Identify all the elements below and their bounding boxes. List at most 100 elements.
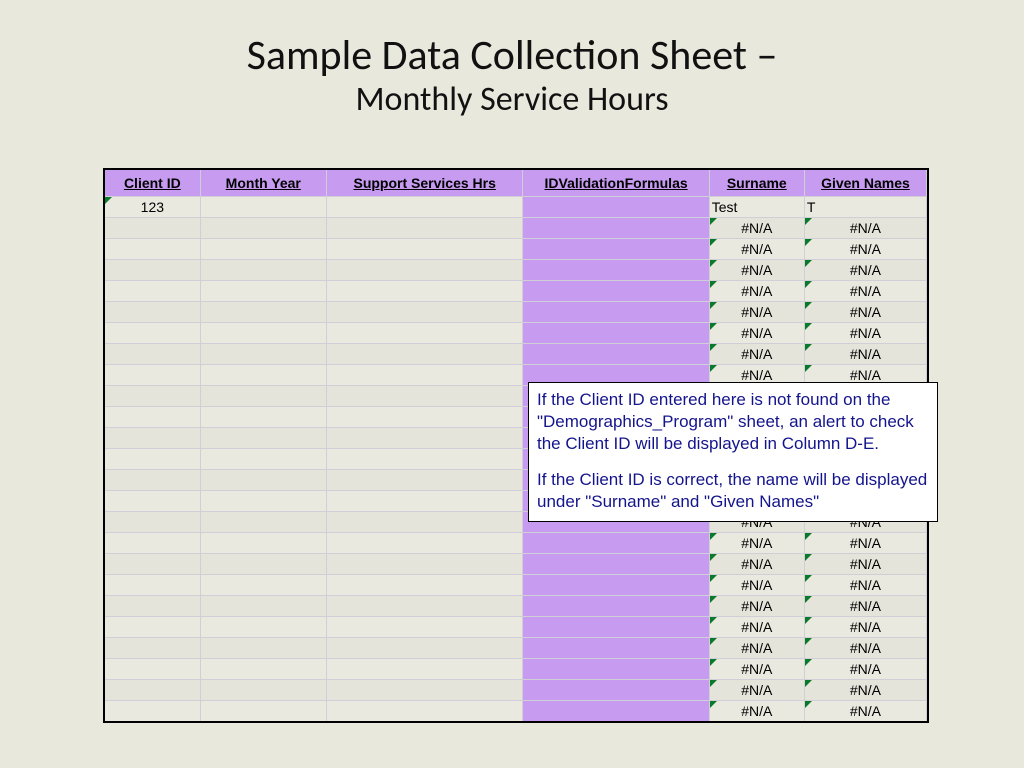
cell-month-year[interactable] [200,533,326,554]
cell-support-hrs[interactable] [326,239,523,260]
cell-support-hrs[interactable] [326,575,523,596]
cell-support-hrs[interactable] [326,554,523,575]
cell-given-names: #N/A [804,638,926,659]
cell-support-hrs[interactable] [326,533,523,554]
cell-support-hrs[interactable] [326,323,523,344]
cell-support-hrs[interactable] [326,449,523,470]
cell-client-id[interactable] [105,617,200,638]
cell-validation [523,218,709,239]
cell-month-year[interactable] [200,407,326,428]
cell-client-id[interactable] [105,218,200,239]
cell-client-id[interactable] [105,281,200,302]
cell-client-id[interactable] [105,386,200,407]
cell-validation [523,239,709,260]
cell-client-id[interactable] [105,344,200,365]
cell-client-id[interactable] [105,323,200,344]
cell-month-year[interactable] [200,680,326,701]
cell-month-year[interactable] [200,449,326,470]
cell-client-id[interactable] [105,365,200,386]
cell-surname: #N/A [709,281,804,302]
cell-client-id[interactable] [105,554,200,575]
cell-client-id[interactable] [105,239,200,260]
cell-surname: #N/A [709,218,804,239]
cell-support-hrs[interactable] [326,701,523,722]
cell-validation [523,260,709,281]
cell-month-year[interactable] [200,512,326,533]
cell-surname: Test [709,197,804,218]
cell-month-year[interactable] [200,701,326,722]
cell-given-names: #N/A [804,596,926,617]
cell-given-names: #N/A [804,218,926,239]
cell-client-id[interactable] [105,701,200,722]
title-line-1: Sample Data Collection Sheet – [0,30,1024,81]
cell-support-hrs[interactable] [326,260,523,281]
table-row: #N/A#N/A [105,638,927,659]
cell-support-hrs[interactable] [326,365,523,386]
cell-surname: #N/A [709,596,804,617]
cell-month-year[interactable] [200,386,326,407]
cell-month-year[interactable] [200,239,326,260]
cell-month-year[interactable] [200,323,326,344]
cell-client-id[interactable] [105,470,200,491]
cell-client-id[interactable] [105,260,200,281]
cell-support-hrs[interactable] [326,407,523,428]
cell-given-names: #N/A [804,260,926,281]
cell-client-id[interactable] [105,596,200,617]
cell-surname: #N/A [709,659,804,680]
cell-month-year[interactable] [200,491,326,512]
cell-given-names: #N/A [804,302,926,323]
cell-month-year[interactable] [200,218,326,239]
cell-support-hrs[interactable] [326,344,523,365]
cell-month-year[interactable] [200,470,326,491]
cell-client-id[interactable] [105,533,200,554]
cell-month-year[interactable] [200,365,326,386]
cell-support-hrs[interactable] [326,281,523,302]
cell-month-year[interactable] [200,260,326,281]
cell-month-year[interactable] [200,596,326,617]
cell-month-year[interactable] [200,344,326,365]
cell-validation [523,281,709,302]
cell-client-id[interactable] [105,428,200,449]
cell-month-year[interactable] [200,638,326,659]
cell-support-hrs[interactable] [326,470,523,491]
cell-surname: #N/A [709,701,804,722]
cell-client-id[interactable] [105,575,200,596]
cell-client-id[interactable] [105,638,200,659]
explanatory-callout: If the Client ID entered here is not fou… [528,382,938,522]
cell-month-year[interactable] [200,197,326,218]
cell-support-hrs[interactable] [326,680,523,701]
cell-validation [523,575,709,596]
cell-support-hrs[interactable] [326,659,523,680]
table-row: #N/A#N/A [105,575,927,596]
cell-client-id[interactable] [105,407,200,428]
cell-month-year[interactable] [200,281,326,302]
cell-support-hrs[interactable] [326,617,523,638]
cell-month-year[interactable] [200,302,326,323]
cell-support-hrs[interactable] [326,428,523,449]
cell-month-year[interactable] [200,617,326,638]
cell-client-id[interactable] [105,449,200,470]
cell-client-id[interactable] [105,659,200,680]
cell-support-hrs[interactable] [326,638,523,659]
cell-month-year[interactable] [200,428,326,449]
cell-given-names: #N/A [804,239,926,260]
cell-client-id[interactable] [105,491,200,512]
cell-month-year[interactable] [200,575,326,596]
cell-given-names: #N/A [804,617,926,638]
cell-client-id[interactable] [105,680,200,701]
cell-client-id[interactable] [105,512,200,533]
cell-month-year[interactable] [200,659,326,680]
cell-client-id[interactable] [105,302,200,323]
cell-client-id[interactable]: 123 [105,197,200,218]
table-row: #N/A#N/A [105,323,927,344]
cell-support-hrs[interactable] [326,512,523,533]
cell-support-hrs[interactable] [326,218,523,239]
cell-support-hrs[interactable] [326,386,523,407]
cell-surname: #N/A [709,554,804,575]
cell-support-hrs[interactable] [326,197,523,218]
cell-validation [523,596,709,617]
cell-month-year[interactable] [200,554,326,575]
cell-support-hrs[interactable] [326,302,523,323]
cell-support-hrs[interactable] [326,596,523,617]
cell-support-hrs[interactable] [326,491,523,512]
